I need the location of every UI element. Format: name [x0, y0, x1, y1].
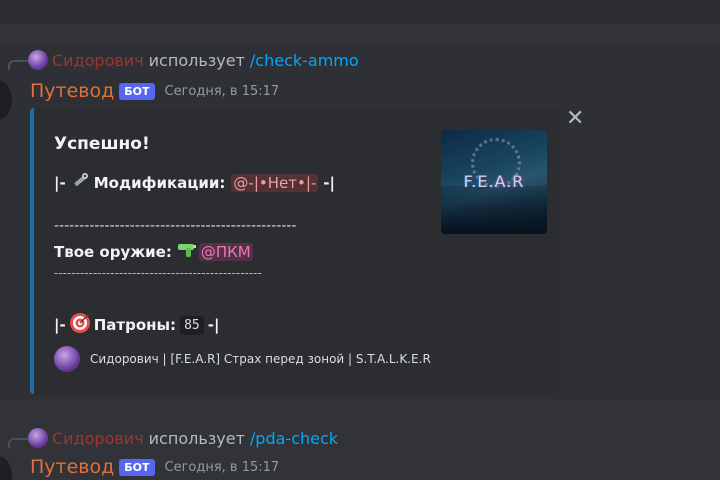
target-icon [69, 312, 91, 338]
mods-label: Модификации: [93, 174, 226, 192]
reply-context[interactable]: Сидорович использует /pda-check [8, 427, 338, 449]
top-bar [0, 0, 720, 24]
embed-title: Успешно! [54, 134, 150, 154]
bot-badge: БОТ [119, 458, 155, 476]
message-timestamp[interactable]: Сегодня, в 15:17 [165, 84, 280, 99]
mods-row: |- Модификации: @-|•Нет•|- -| [54, 172, 335, 194]
ammo-prefix: |- [54, 316, 66, 334]
message-header: Путевод БОТ Сегодня, в 15:17 [30, 456, 279, 478]
embed-card: Успешно! |- Модификации: @-|•Нет•|- -| -… [30, 108, 560, 394]
mods-role-mention[interactable]: @-|•Нет•|- [231, 174, 319, 192]
footer-icon [54, 346, 80, 372]
ammo-row: |- Патроны: 85 -| [54, 312, 219, 338]
mods-prefix: |- [54, 174, 66, 192]
thumbnail-silhouettes [441, 186, 547, 234]
weapon-role-mention[interactable]: @ПКМ [198, 243, 253, 261]
reply-action-text: использует [148, 50, 245, 70]
embed-footer: Сидорович | [F.E.A.R] Страх перед зоной … [54, 346, 431, 372]
author-avatar[interactable] [0, 456, 12, 480]
mods-suffix: -| [323, 174, 336, 192]
embed-thumbnail[interactable]: F.E.A.R [441, 130, 547, 234]
divider-1: ----------------------------------------… [54, 218, 297, 234]
reply-action-text: использует [148, 428, 245, 448]
ammo-label: Патроны: [93, 316, 177, 334]
divider-2: ----------------------------------------… [54, 266, 262, 280]
weapon-label: Твое оружие: [54, 243, 172, 261]
slash-command-link[interactable]: /check-ammo [250, 51, 359, 70]
ammo-suffix: -| [207, 316, 220, 334]
ammo-count: 85 [180, 315, 204, 335]
slash-command-link[interactable]: /pda-check [250, 429, 338, 448]
message-timestamp[interactable]: Сегодня, в 15:17 [165, 460, 280, 475]
reply-avatar[interactable] [28, 50, 48, 70]
weapon-row: Твое оружие: @ПКМ [54, 242, 253, 262]
close-icon[interactable]: ✕ [566, 108, 584, 130]
footer-text: Сидорович | [F.E.A.R] Страх перед зоной … [90, 352, 431, 366]
reply-avatar[interactable] [28, 428, 48, 448]
bot-badge: БОТ [119, 82, 155, 100]
reply-username[interactable]: Сидорович [52, 51, 144, 70]
author-name[interactable]: Путевод [30, 80, 114, 102]
water-pistol-icon [177, 242, 197, 262]
author-name[interactable]: Путевод [30, 456, 114, 478]
thumbnail-logo-text: F.E.A.R [463, 172, 525, 191]
reply-username[interactable]: Сидорович [52, 429, 144, 448]
wrench-screwdriver-icon [71, 172, 89, 194]
reply-context[interactable]: Сидорович использует /check-ammo [8, 49, 359, 71]
reply-spine [8, 60, 28, 70]
message-header: Путевод БОТ Сегодня, в 15:17 [30, 80, 279, 102]
reply-spine [8, 438, 28, 448]
